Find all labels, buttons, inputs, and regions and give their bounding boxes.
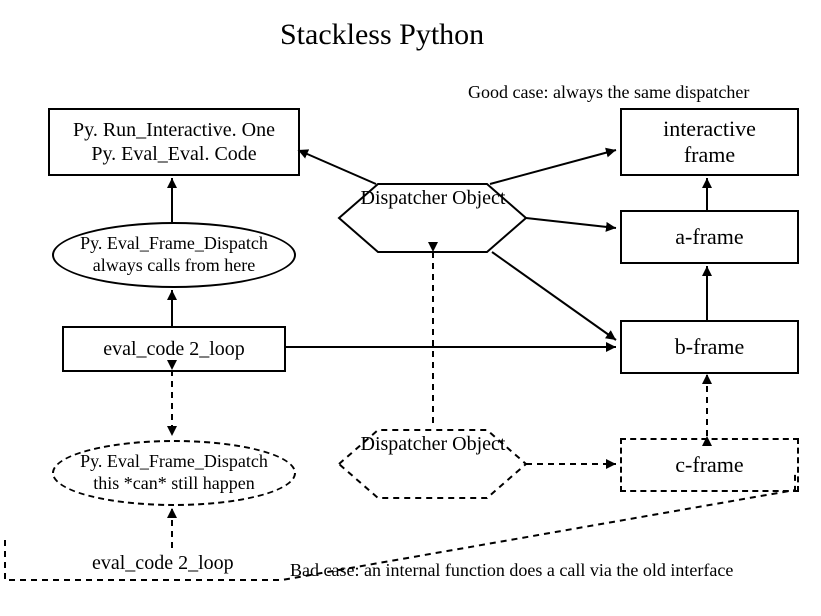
dispatch2-line1: Py. Eval_Frame_Dispatch [80, 451, 268, 473]
pyrun-line1: Py. Run_Interactive. One [73, 118, 275, 142]
eval-loop-label-2: eval_code 2_loop [92, 552, 234, 575]
pyrun-box: Py. Run_Interactive. One Py. Eval_Eval. … [48, 108, 300, 176]
dispatch1-line2: always calls from here [93, 255, 255, 277]
dispatch2-line2: this *can* still happen [93, 473, 254, 495]
good-case-note: Good case: always the same dispatcher [468, 82, 749, 103]
b-frame-box: b-frame [620, 320, 799, 374]
dispatch-ellipse-2: Py. Eval_Frame_Dispatch this *can* still… [52, 440, 296, 506]
dispatch-ellipse-1: Py. Eval_Frame_Dispatch always calls fro… [52, 222, 296, 288]
interactive-line2: frame [684, 142, 735, 168]
pyrun-line2: Py. Eval_Eval. Code [91, 142, 256, 166]
eval-loop-box-1: eval_code 2_loop [62, 326, 286, 372]
bad-case-note: Bad case: an internal function does a ca… [290, 560, 733, 581]
dispatcher-label-2: Dispatcher Object [361, 433, 506, 455]
interactive-frame-box: interactive frame [620, 108, 799, 176]
interactive-line1: interactive [663, 116, 756, 142]
dispatcher-label-1: Dispatcher Object [361, 187, 506, 209]
diagram-title: Stackless Python [280, 18, 484, 52]
c-frame-box: c-frame [620, 438, 799, 492]
dispatcher-hexagon-2 [339, 430, 526, 498]
a-frame-box: a-frame [620, 210, 799, 264]
diagram-stage: Stackless Python Good case: always the s… [0, 0, 821, 616]
dispatcher-hexagon-1 [339, 184, 526, 252]
dispatch1-line1: Py. Eval_Frame_Dispatch [80, 233, 268, 255]
